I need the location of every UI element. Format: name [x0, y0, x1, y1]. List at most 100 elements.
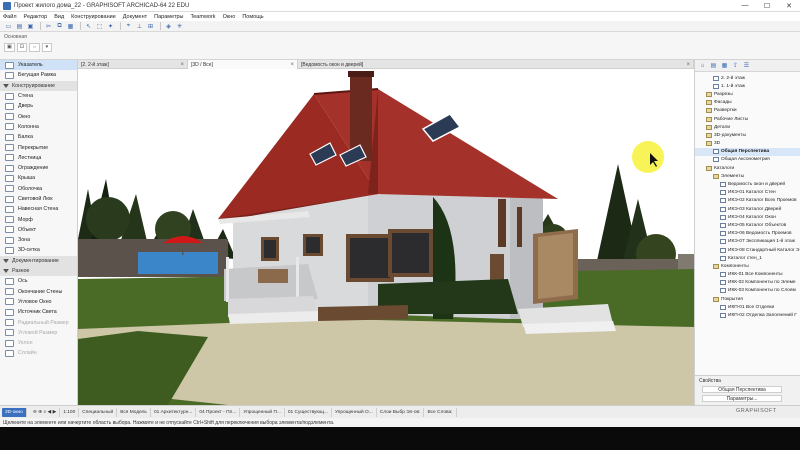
save-icon[interactable]: ▣	[26, 22, 35, 30]
navigator-item[interactable]: Развертки	[695, 107, 800, 115]
layout-book-icon[interactable]: ▦	[719, 61, 730, 71]
new-file-icon[interactable]: ▭	[4, 22, 13, 30]
navigator-item[interactable]: ИКК-03 Компоненты по Слоям	[695, 287, 800, 295]
graphic-override[interactable]: Упрощенный П...	[240, 407, 285, 417]
toolbox-section[interactable]: Документирование	[0, 255, 77, 266]
tool-item[interactable]: Навесная Стена	[0, 204, 77, 214]
cut-icon[interactable]: ✂	[44, 22, 53, 30]
toolbox-section[interactable]: Конструирование	[0, 80, 77, 91]
tool-item[interactable]: Угловой Размер	[0, 328, 77, 338]
tool-item[interactable]: Ограждение	[0, 163, 77, 173]
tool-item[interactable]: Источник Света	[0, 307, 77, 317]
tab-3d-view[interactable]: [3D / Все] ×	[188, 60, 298, 69]
navigator-item[interactable]: ИКЭ-03 Каталог Дверей	[695, 205, 800, 213]
navigator-item[interactable]: Детали	[695, 123, 800, 131]
3d-view-icon[interactable]: ◈	[164, 22, 173, 30]
tab-schedule[interactable]: [Ведомость окон и дверей] ×	[298, 60, 694, 69]
tool-item[interactable]: Морф	[0, 214, 77, 224]
structure-display[interactable]: Упрощенный О...	[332, 407, 377, 417]
minimize-button[interactable]: —	[734, 0, 756, 12]
toolbox-section[interactable]: Разное	[0, 265, 77, 277]
selection-mode-button[interactable]: ▣	[4, 42, 15, 52]
navigator-item[interactable]: 3D-документы	[695, 131, 800, 139]
menu-help[interactable]: Помощь	[242, 14, 263, 20]
selection-layers[interactable]: Слои Выбр Эл-ов:	[377, 407, 425, 417]
navigator-item[interactable]: ИКЭ-01 Каталог Стен	[695, 189, 800, 197]
pen-set[interactable]: 01 Архитектурн...	[151, 407, 197, 417]
close-tab-icon[interactable]: ×	[180, 62, 184, 68]
tool-item[interactable]: Оболочка	[0, 184, 77, 194]
suspend-groups-icon[interactable]: ⊞	[146, 22, 155, 30]
tool-item[interactable]: Лестница	[0, 153, 77, 163]
tool-item[interactable]: Дверь	[0, 101, 77, 111]
gravity-icon[interactable]: ⊥	[135, 22, 144, 30]
tool-item[interactable]: Зона	[0, 235, 77, 245]
tool-item[interactable]: Ось	[0, 276, 77, 286]
navigator-settings-icon[interactable]: ☰	[741, 61, 752, 71]
layer-combination[interactable]: Специальный	[79, 407, 118, 417]
maximize-button[interactable]: ☐	[756, 0, 778, 12]
3d-viewport[interactable]	[78, 69, 694, 405]
cursor-snap-icon[interactable]: ⌖	[124, 22, 133, 30]
close-tab-icon[interactable]: ×	[686, 62, 690, 68]
navigator-item[interactable]: Элементы	[695, 172, 800, 180]
navigator-item[interactable]: Компоненты	[695, 262, 800, 270]
tool-item[interactable]: Указатель	[0, 60, 77, 71]
style-field[interactable]: Все Слова:	[424, 407, 457, 417]
area-mode-button[interactable]: ⊡	[16, 42, 27, 52]
tool-item[interactable]: Радиальный Размер	[0, 317, 77, 327]
menu-edit[interactable]: Редактор	[24, 14, 48, 20]
navigator-item[interactable]: Покрытия	[695, 295, 800, 303]
settings-button[interactable]: Параметры...	[702, 395, 782, 402]
magic-wand-icon[interactable]: ✦	[106, 22, 115, 30]
navigator-item[interactable]: ИКК-01 Все Компоненты	[695, 271, 800, 279]
tool-item[interactable]: Бегущая Рамка	[0, 70, 77, 80]
navigator-item[interactable]: ИКЭ-08 Стандартный Каталог Э	[695, 246, 800, 254]
navigator-item[interactable]: ИКП-01 Все Отделки	[695, 303, 800, 311]
3d-window-button[interactable]: 3D-окно	[2, 407, 27, 417]
render-icon[interactable]: ✳	[175, 22, 184, 30]
pick-up-button[interactable]: ⇔	[28, 42, 40, 52]
view-name-field[interactable]: Общая Перспектива	[702, 386, 782, 393]
tool-item[interactable]: Колонна	[0, 122, 77, 132]
tool-item[interactable]: Перекрытие	[0, 142, 77, 152]
navigator-item[interactable]: Каталоги	[695, 164, 800, 172]
zoom-controls[interactable]: ⊖ ⊕ ⌕ ◀ ▶	[30, 407, 61, 417]
navigator-item[interactable]: ИКЭ-04 Каталог Окон	[695, 213, 800, 221]
menu-view[interactable]: Вид	[54, 14, 64, 20]
navigator-item[interactable]: Фасады	[695, 99, 800, 107]
renovation-filter[interactable]: 01 Существующ...	[285, 407, 332, 417]
open-icon[interactable]: ▤	[15, 22, 24, 30]
tab-floor-plan[interactable]: [2. 2-й этаж] ×	[78, 60, 188, 69]
navigator-item[interactable]: ИКЭ-07 Экспликация 1-й этаж	[695, 238, 800, 246]
menu-window[interactable]: Окно	[223, 14, 236, 20]
tool-item[interactable]: Световой Люк	[0, 194, 77, 204]
tool-item[interactable]: Окно	[0, 111, 77, 121]
navigator-item[interactable]: Общая Перспектива	[695, 147, 800, 156]
more-options-button[interactable]: ▾	[41, 42, 52, 52]
project-map-icon[interactable]: ⌂	[697, 61, 708, 71]
tool-item[interactable]: Балка	[0, 132, 77, 142]
navigator-item[interactable]: ИКК-02 Компоненты по Элеме	[695, 279, 800, 287]
navigator-item[interactable]: Общая Аксонометрия	[695, 156, 800, 164]
navigator-item[interactable]: Рабочие Листы	[695, 115, 800, 123]
tool-item[interactable]: 3D-сетка	[0, 245, 77, 255]
menu-options[interactable]: Параметры	[154, 14, 183, 20]
navigator-item[interactable]: ИКЭ-02 Каталог Всех Проемов	[695, 197, 800, 205]
marquee-icon[interactable]: ⬚	[95, 22, 104, 30]
navigator-item[interactable]: ИКЭ-06 Ведомость Проемов	[695, 230, 800, 238]
tool-item[interactable]: Крыша	[0, 173, 77, 183]
navigator-item[interactable]: ИКП-02 Отделка Заполнений Г	[695, 311, 800, 319]
model-view-options[interactable]: 04 Проект - Пл...	[196, 407, 241, 417]
close-button[interactable]: ✕	[778, 0, 800, 12]
menu-file[interactable]: Файл	[3, 14, 17, 20]
tool-item[interactable]: Стена	[0, 91, 77, 101]
tool-item[interactable]: Угловое Окно	[0, 297, 77, 307]
navigator-item[interactable]: 3D	[695, 140, 800, 148]
model-view[interactable]: Вся Модель	[117, 407, 151, 417]
tool-item[interactable]: Сплайн	[0, 348, 77, 358]
view-map-icon[interactable]: ▤	[708, 61, 719, 71]
pointer-icon[interactable]: ↖	[84, 22, 93, 30]
menu-document[interactable]: Документ	[123, 14, 147, 20]
navigator-item[interactable]: Разрезы	[695, 90, 800, 98]
